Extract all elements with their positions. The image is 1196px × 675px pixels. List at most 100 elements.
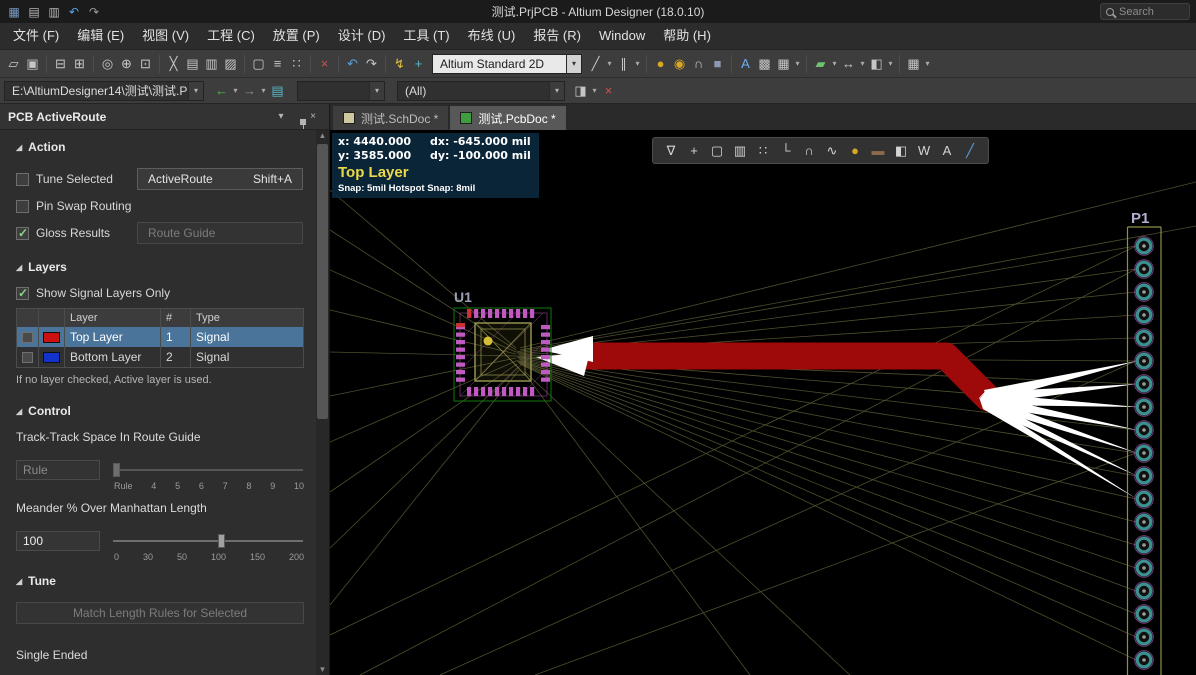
section-control[interactable]: ◢ Control	[16, 404, 303, 418]
layer-checkbox[interactable]	[22, 332, 33, 343]
component-p1[interactable]: P1	[1128, 210, 1162, 675]
scroll-down-icon[interactable]: ▼	[316, 665, 329, 674]
select-area-icon[interactable]: ▢	[249, 54, 268, 74]
route-track-icon-caret[interactable]: ▾	[605, 59, 614, 68]
layer-color-swatch[interactable]	[43, 332, 60, 343]
app-menu-icon[interactable]: ▦	[5, 2, 23, 22]
diff-pair-route-icon[interactable]: ∥	[614, 54, 633, 74]
forward-icon[interactable]: →	[240, 81, 259, 101]
show-signal-layers-checkbox[interactable]	[16, 287, 29, 300]
forward-icon-caret[interactable]: ▾	[259, 86, 268, 95]
filter-combo[interactable]: (All) ▾	[397, 81, 565, 101]
rule-input[interactable]: Rule	[16, 460, 100, 480]
panel-dropdown-icon[interactable]: ▾	[273, 111, 289, 122]
meander-input[interactable]: 100	[16, 531, 100, 551]
layer-row-top[interactable]: Top Layer 1 Signal	[17, 327, 303, 347]
save-icon[interactable]: ▣	[23, 54, 42, 74]
tune-selected-checkbox[interactable]	[16, 173, 29, 186]
document-path-caret[interactable]: ▾	[188, 82, 203, 100]
layer-checkbox[interactable]	[22, 352, 33, 363]
open-doc-icon[interactable]: ▤	[268, 81, 287, 101]
grid-icon-caret[interactable]: ▾	[793, 59, 802, 68]
open-documents-icon[interactable]: ▥	[45, 2, 63, 22]
print-preview-icon[interactable]: ⊞	[70, 54, 89, 74]
view-configuration-caret[interactable]: ▾	[566, 55, 581, 73]
board-icon[interactable]: ▬	[871, 142, 885, 160]
rule-slider-handle[interactable]	[113, 463, 120, 477]
snap-grid-icon[interactable]: ∷	[287, 54, 306, 74]
section-action[interactable]: ◢ Action	[16, 140, 303, 154]
clear-filter-icon[interactable]: ×	[315, 54, 334, 74]
gloss-results-checkbox[interactable]	[16, 227, 29, 240]
wand-icon[interactable]: ↯	[390, 54, 409, 74]
grid-dots-icon[interactable]: ∷	[756, 142, 770, 160]
pin-swap-checkbox[interactable]	[16, 200, 29, 213]
section-layers[interactable]: ◢ Layers	[16, 260, 303, 274]
undo-icon[interactable]: ↶	[343, 54, 362, 74]
net-combo[interactable]: ▾	[297, 81, 385, 101]
menu-route[interactable]: 布线 (U)	[459, 23, 525, 49]
board-grid-icon-caret[interactable]: ▾	[923, 59, 932, 68]
redo-icon[interactable]: ↷	[362, 54, 381, 74]
meander-slider-handle[interactable]	[218, 534, 225, 548]
panel-close-icon[interactable]: ×	[305, 111, 321, 122]
filter-combo-caret[interactable]: ▾	[549, 82, 564, 100]
layer-row-bottom[interactable]: Bottom Layer 2 Signal	[17, 347, 303, 367]
clear-filter-icon[interactable]: ×	[599, 81, 618, 101]
arc-route-icon[interactable]: ∩	[802, 142, 816, 160]
menu-reports[interactable]: 报告 (R)	[524, 23, 590, 49]
room-icon-caret[interactable]: ▾	[886, 59, 895, 68]
menu-help[interactable]: 帮助 (H)	[654, 23, 720, 49]
net-combo-caret[interactable]: ▾	[369, 82, 384, 100]
open-document-icon[interactable]: ▱	[4, 54, 23, 74]
panel-scrollbar-thumb[interactable]	[317, 144, 328, 419]
route-corner-icon[interactable]: └	[779, 142, 793, 160]
dimension-icon[interactable]: ↔	[839, 54, 858, 74]
menu-window[interactable]: Window	[590, 23, 654, 49]
cross-probe-icon[interactable]: +	[409, 54, 428, 74]
room-icon[interactable]: ◧	[867, 54, 886, 74]
select-rect-icon[interactable]: ▢	[710, 142, 724, 160]
meander-slider[interactable]	[113, 533, 303, 549]
menu-file[interactable]: 文件 (F)	[4, 23, 68, 49]
plane-icon[interactable]: ▩	[755, 54, 774, 74]
section-tune[interactable]: ◢ Tune	[16, 574, 303, 588]
tab-pcbdoc[interactable]: 测试.PcbDoc *	[450, 106, 565, 130]
undo-icon[interactable]: ↶	[65, 2, 83, 22]
line-icon[interactable]: ╱	[963, 142, 977, 160]
route-guide-button[interactable]: Route Guide	[137, 222, 303, 244]
menu-project[interactable]: 工程 (C)	[198, 23, 264, 49]
diff-pair-route-icon-caret[interactable]: ▾	[633, 59, 642, 68]
back-icon[interactable]: ←	[212, 81, 231, 101]
cut-icon[interactable]: ╳	[164, 54, 183, 74]
histogram-icon[interactable]: ▥	[733, 142, 747, 160]
fill-icon[interactable]: ■	[708, 54, 727, 74]
redo-icon[interactable]: ↷	[85, 2, 103, 22]
menu-tools[interactable]: 工具 (T)	[394, 23, 458, 49]
move-crosshair-icon[interactable]: +	[687, 142, 701, 160]
zoom-in-icon[interactable]: ⊕	[117, 54, 136, 74]
meander-icon[interactable]: ∿	[825, 142, 839, 160]
zoom-fit-icon[interactable]: ⊡	[136, 54, 155, 74]
filter-icon[interactable]: ∇	[664, 142, 678, 160]
polygon-icon-caret[interactable]: ▾	[830, 59, 839, 68]
via-icon[interactable]: ●	[848, 142, 862, 160]
copy-icon[interactable]: ▤	[183, 54, 202, 74]
paste-array-icon[interactable]: ▨	[221, 54, 240, 74]
pad-icon[interactable]: ◉	[670, 54, 689, 74]
pcb-editor-canvas[interactable]: U1	[330, 130, 1196, 675]
view-configuration-combo[interactable]: Altium Standard 2D ▾	[432, 54, 582, 74]
search-input[interactable]	[1119, 6, 1179, 18]
dimension-icon-caret[interactable]: ▾	[858, 59, 867, 68]
back-icon-caret[interactable]: ▾	[231, 86, 240, 95]
board-grid-icon[interactable]: ▦	[904, 54, 923, 74]
word-icon[interactable]: W	[917, 142, 931, 160]
new-document-icon[interactable]: ▤	[25, 2, 43, 22]
align-icon[interactable]: ≡	[268, 54, 287, 74]
rule-slider[interactable]	[113, 462, 303, 478]
via-icon[interactable]: ●	[651, 54, 670, 74]
menu-place[interactable]: 放置 (P)	[264, 23, 329, 49]
panel-scrollbar[interactable]: ▲ ▼	[316, 130, 329, 675]
component-u1[interactable]: U1	[454, 289, 551, 401]
document-path-combo[interactable]: E:\AltiumDesigner14\测试\测试.P ▾	[4, 81, 204, 101]
